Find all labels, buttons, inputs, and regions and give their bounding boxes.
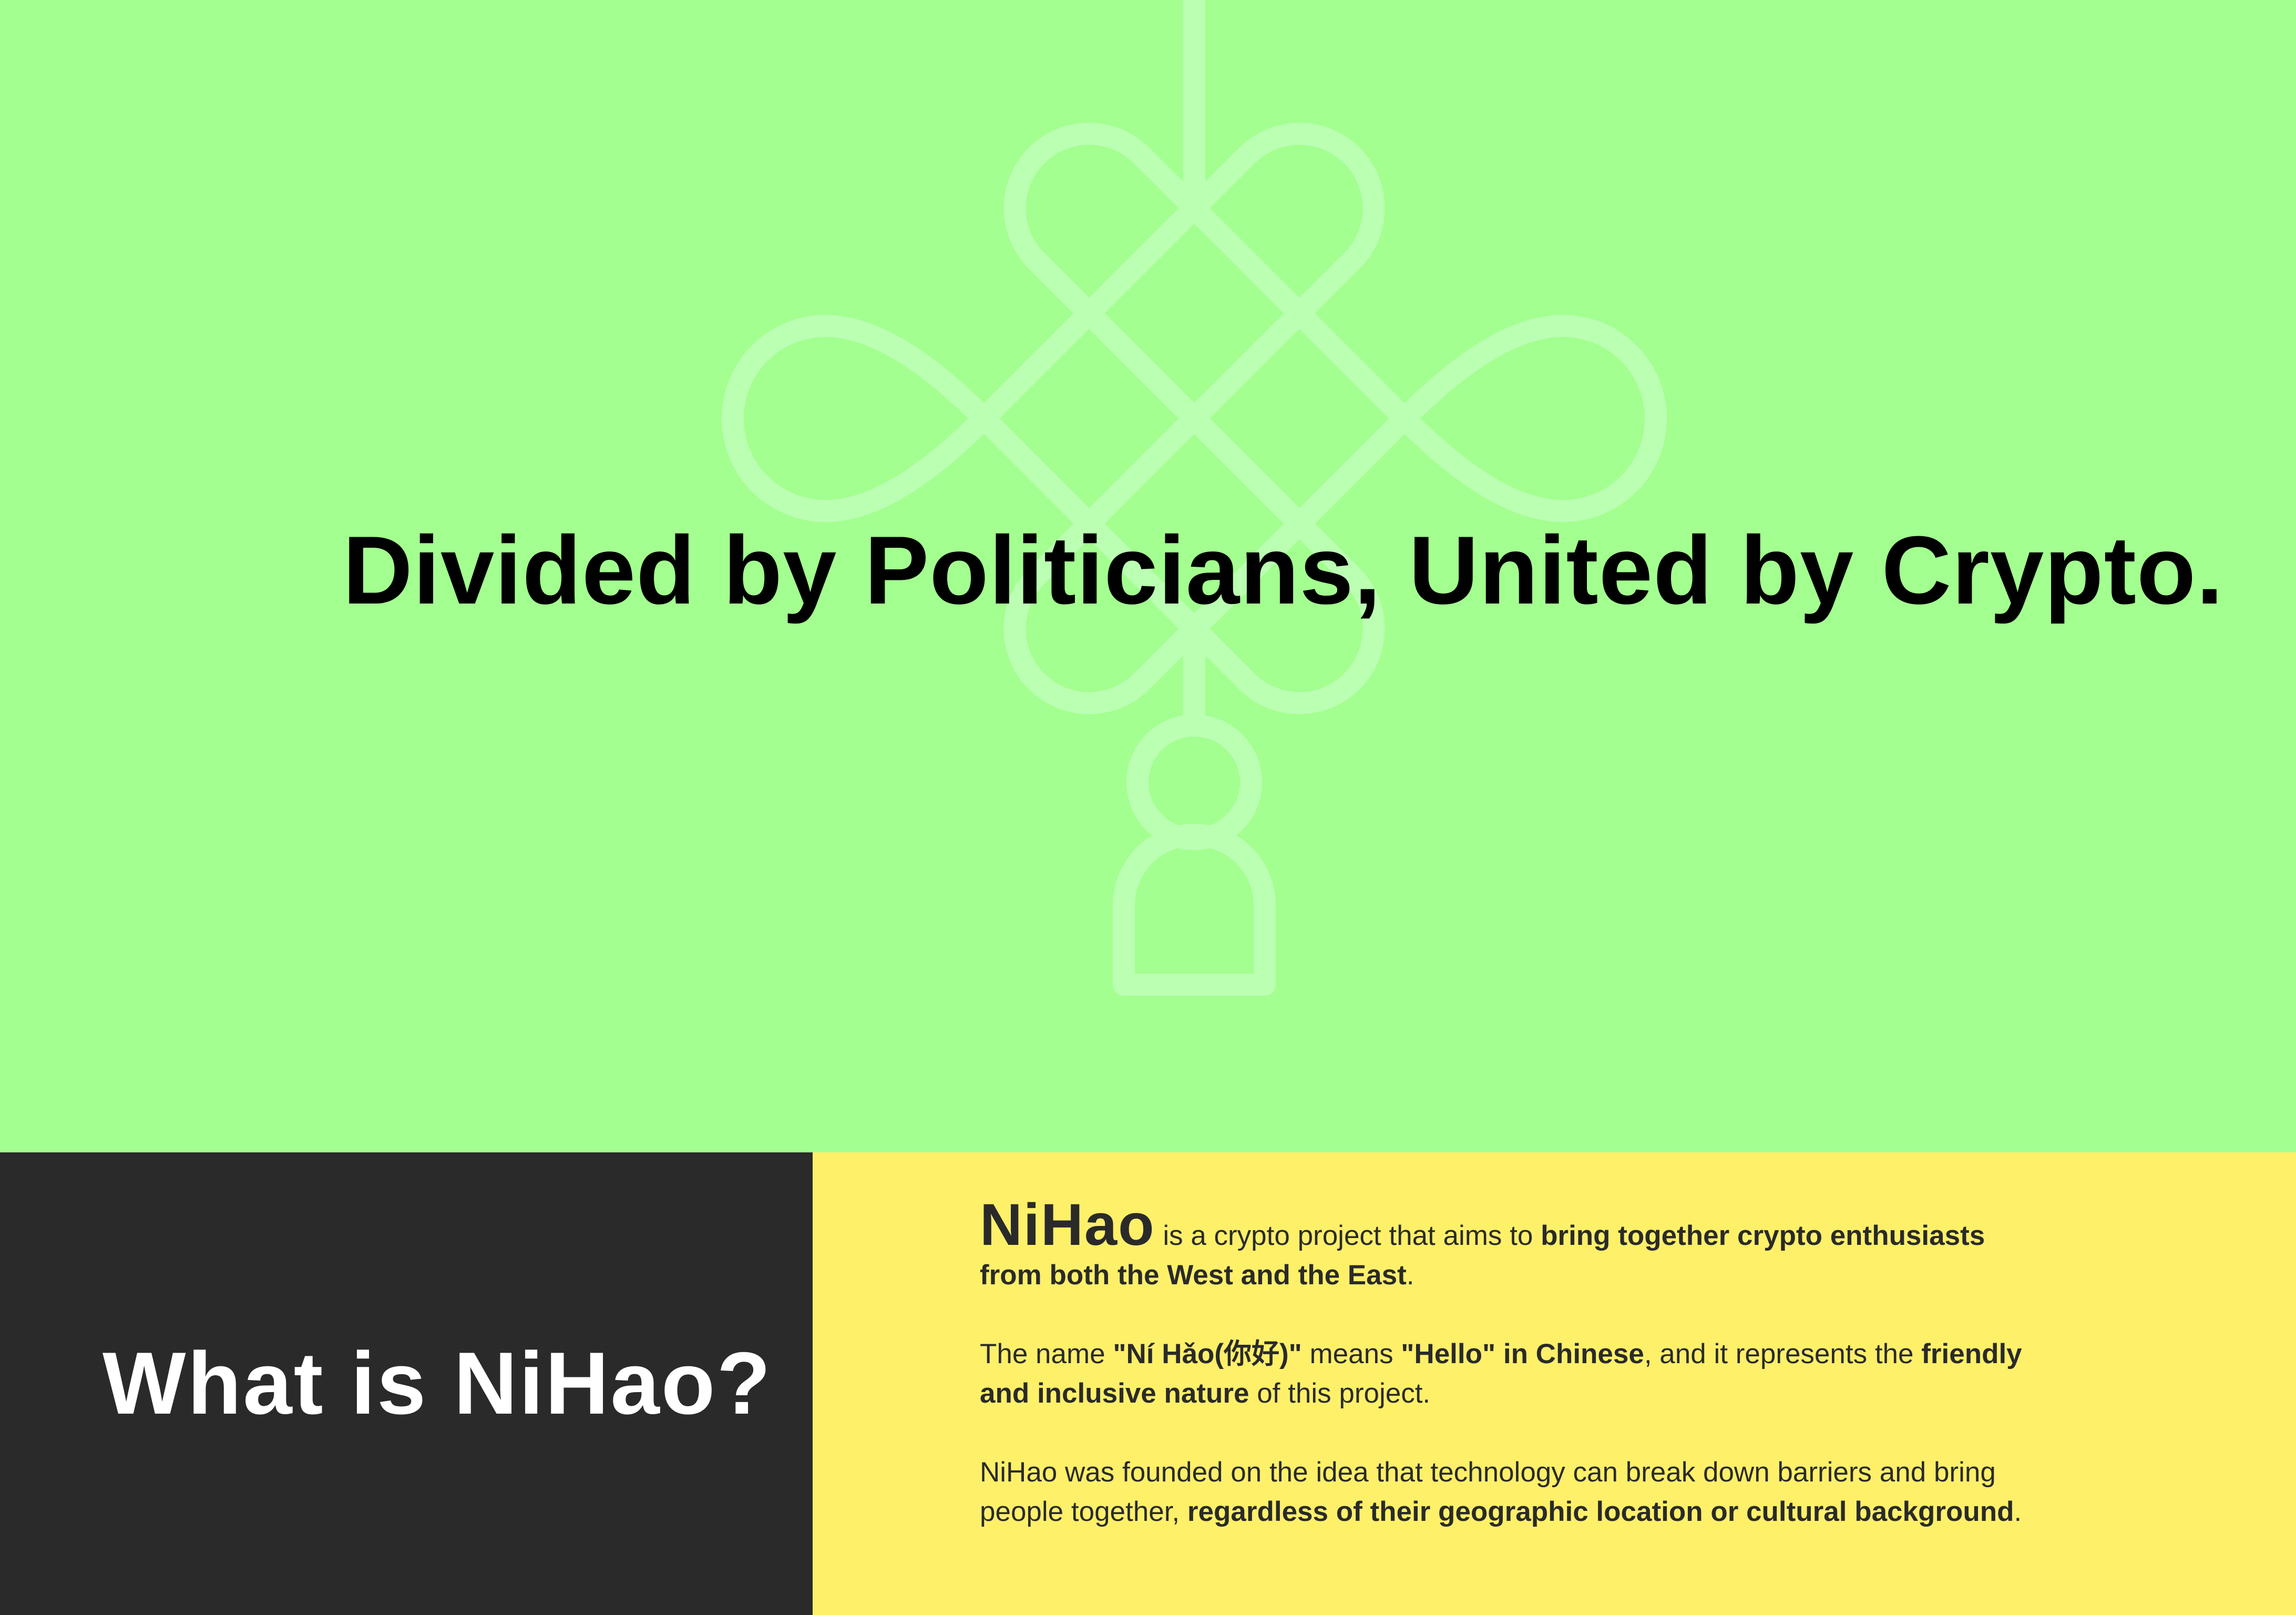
knot-loop-left: [722, 315, 995, 522]
bold-text: and inclusive nature: [980, 1378, 1249, 1409]
hero-headline: Divided by Politicians, United by Crypto…: [343, 516, 2224, 624]
text: The name: [980, 1338, 1113, 1369]
paragraph-intro: NiHao is a crypto project that aims to b…: [980, 1195, 2022, 1295]
bold-text: from both the West and the East: [980, 1260, 1407, 1291]
text: , and it represents the: [1644, 1338, 1922, 1369]
text: NiHao was founded on the idea that techn…: [980, 1457, 1996, 1488]
about-title-panel: What is NiHao?: [0, 1152, 813, 1615]
knot-tassel: [1113, 824, 1276, 996]
bold-text: "Hello" in Chinese: [1401, 1338, 1644, 1369]
hero-section: Divided by Politicians, United by Crypto…: [0, 0, 2296, 1152]
text: .: [2014, 1496, 2022, 1527]
paragraph-name-meaning: The name "Ní Hǎo(你好)" means "Hello" in C…: [980, 1334, 2022, 1413]
knot-bead: [1126, 714, 1262, 850]
bold-text: "Ní Hǎo(你好)": [1113, 1338, 1302, 1369]
text: of this project.: [1249, 1378, 1431, 1409]
bold-text: bring together crypto enthusiasts: [1541, 1220, 1985, 1251]
bold-text: friendly: [1921, 1338, 2022, 1369]
text: people together,: [980, 1496, 1187, 1527]
bold-text: regardless of their geographic location …: [1187, 1496, 2014, 1527]
about-text-panel: NiHao is a crypto project that aims to b…: [813, 1152, 2296, 1615]
text: .: [1406, 1260, 1414, 1291]
about-description: NiHao is a crypto project that aims to b…: [980, 1195, 2022, 1571]
brand-name: NiHao: [980, 1192, 1155, 1258]
knot-loop-right: [1393, 315, 1667, 522]
section-title: What is NiHao?: [102, 1334, 773, 1433]
text: means: [1301, 1338, 1401, 1369]
paragraph-founding: NiHao was founded on the idea that techn…: [980, 1453, 2022, 1531]
text: is a crypto project that aims to: [1155, 1220, 1541, 1251]
